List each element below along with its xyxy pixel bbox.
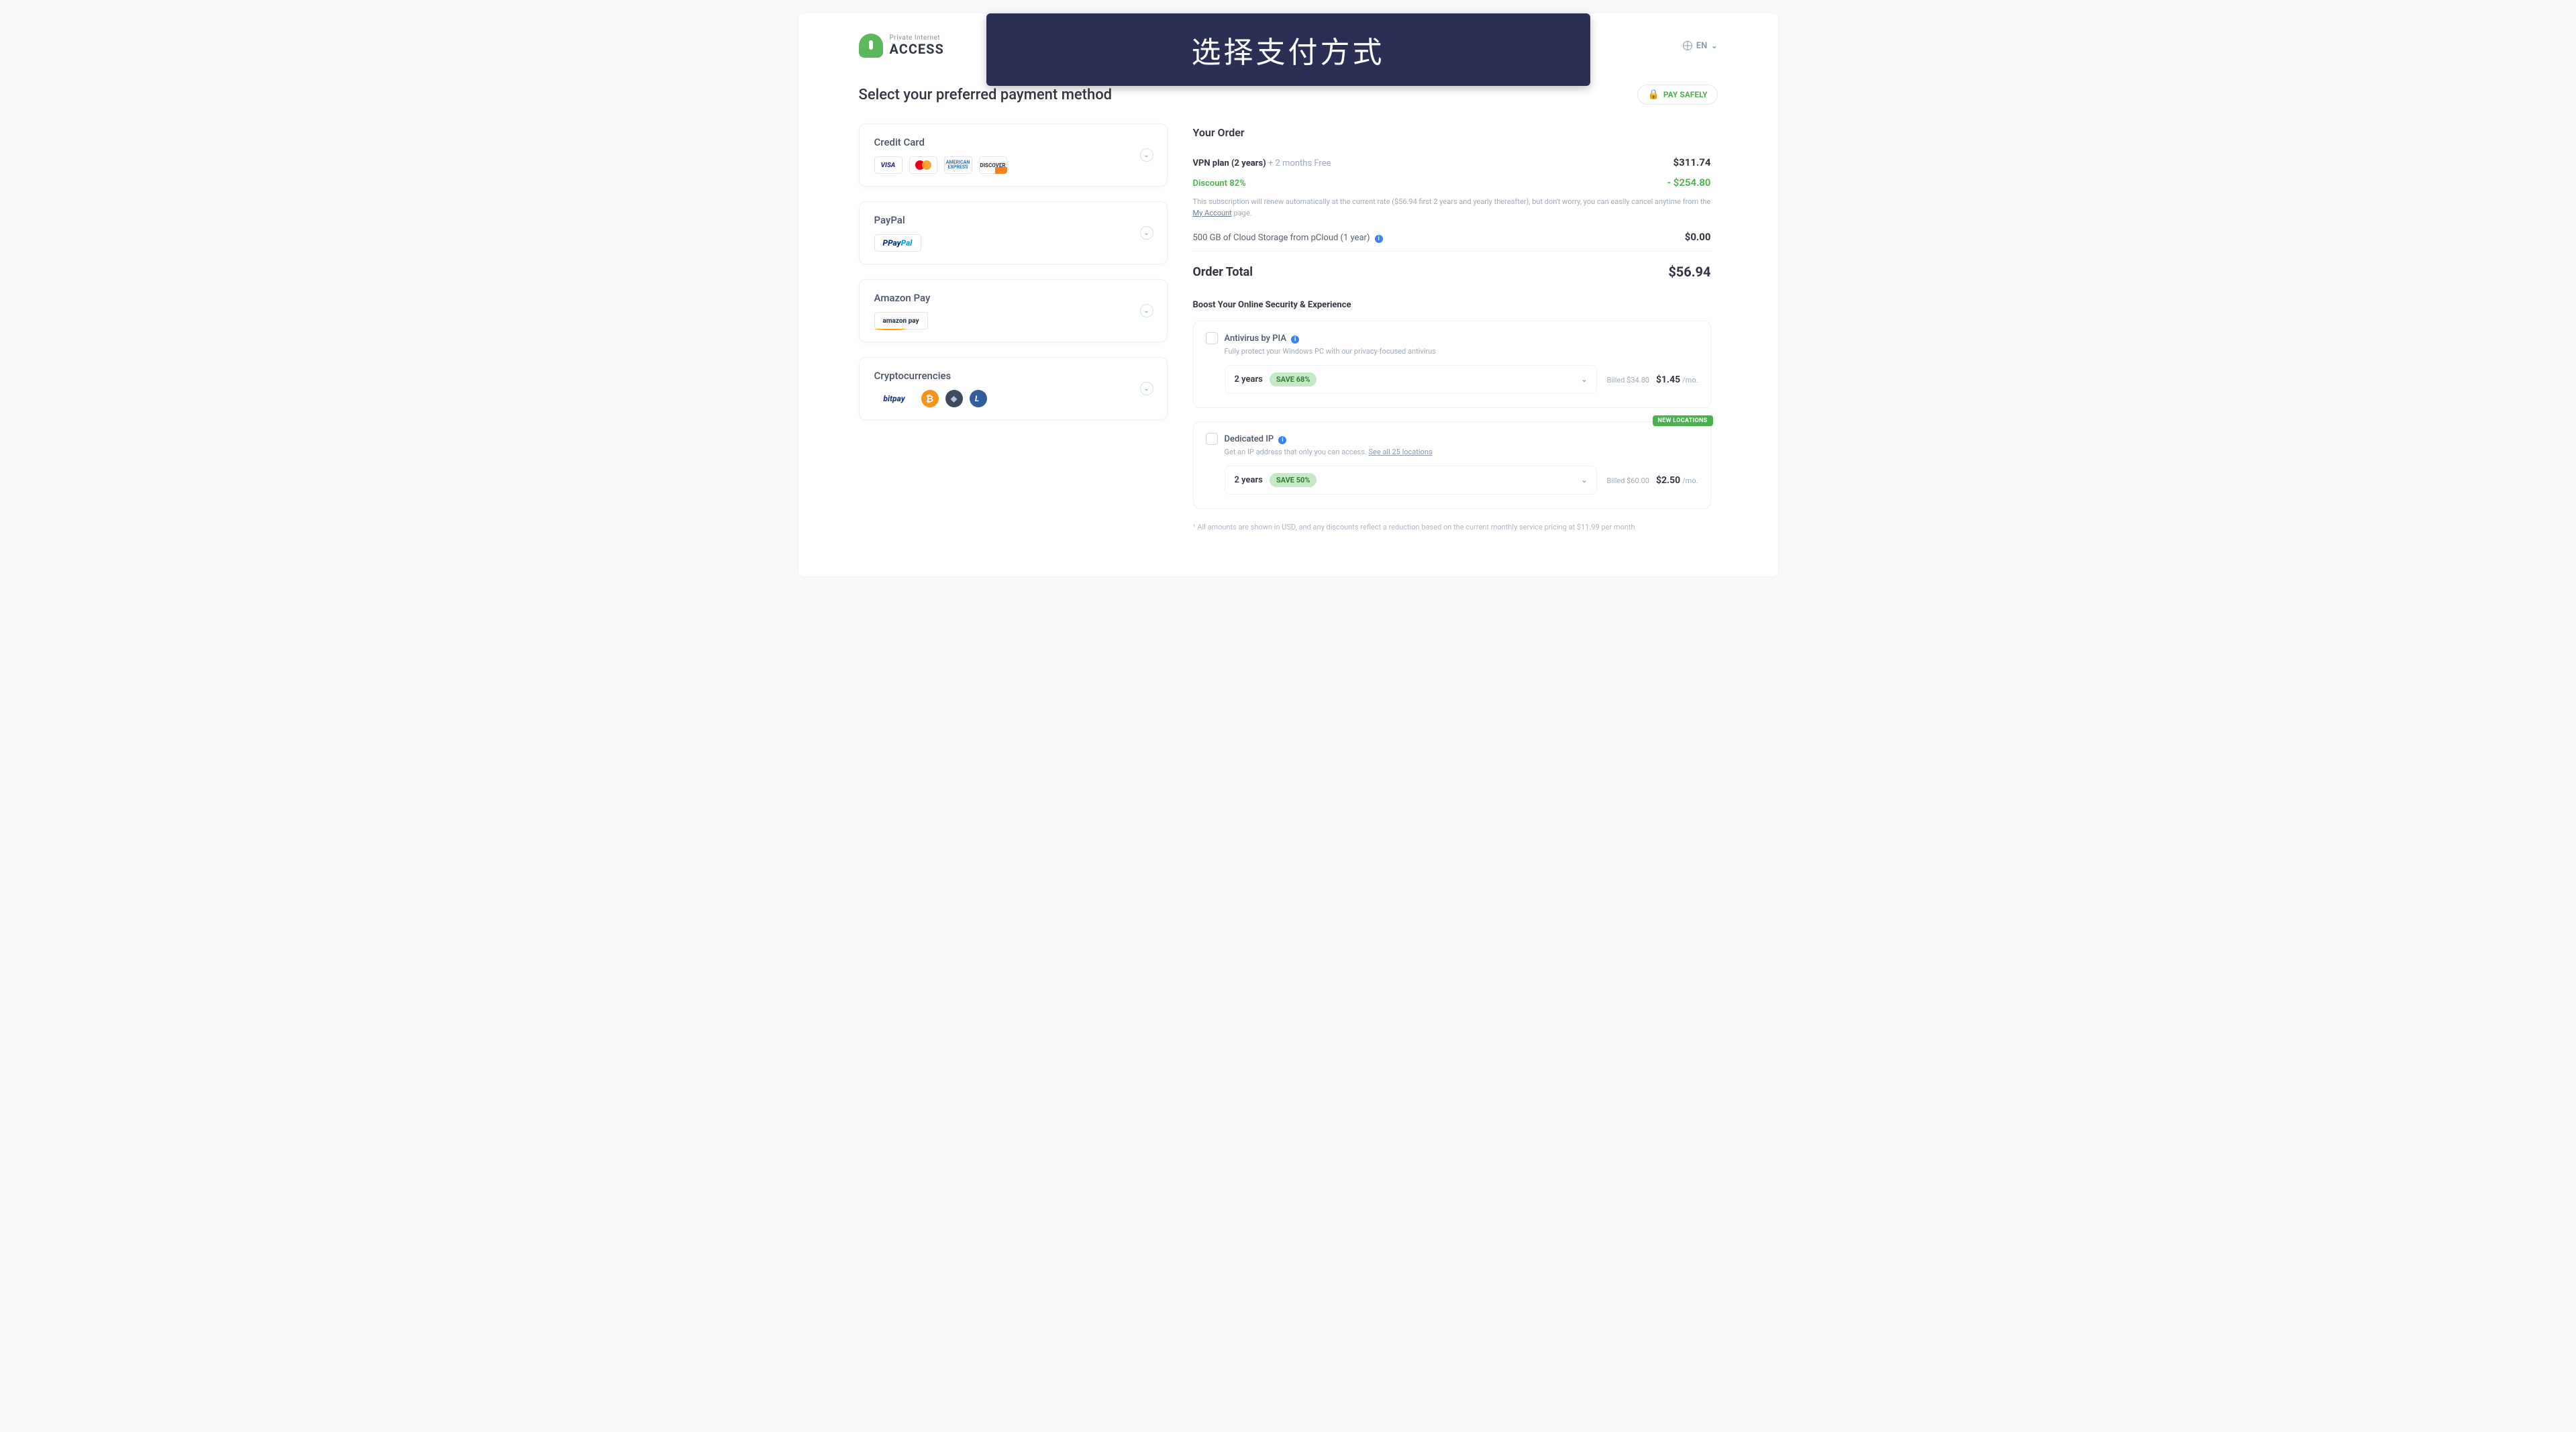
- addon-price: Billed $60.00 $2.50 /mo.: [1606, 475, 1698, 486]
- discount-amount: - $254.80: [1667, 176, 1711, 189]
- addon-desc: Fully protect your Windows PC with our p…: [1225, 347, 1698, 356]
- plan-term: 2 years: [1235, 374, 1263, 385]
- payment-option-credit-card[interactable]: Credit Card VISA AMERICAN EXPRESS DISCOV…: [859, 123, 1168, 187]
- plan-term: 2 years: [1235, 475, 1263, 485]
- page-title: Select your preferred payment method: [859, 87, 1113, 103]
- cloud-price: $0.00: [1685, 231, 1711, 243]
- chevron-down-icon: ⌄: [1711, 42, 1717, 50]
- language-selector[interactable]: EN ⌄: [1683, 41, 1718, 51]
- brand-big: ACCESS: [890, 42, 944, 56]
- order-total-row: Order Total $56.94: [1193, 264, 1711, 280]
- amex-logo: AMERICAN EXPRESS: [944, 156, 972, 174]
- my-account-link[interactable]: My Account: [1193, 209, 1232, 217]
- info-icon[interactable]: i: [1291, 336, 1299, 344]
- addon-title: Antivirus by PIA i: [1225, 334, 1300, 344]
- payment-option-paypal[interactable]: PayPal PPayPal ⌄: [859, 201, 1168, 264]
- dedicated-plan-select[interactable]: 2 years SAVE 50% ⌄: [1225, 466, 1598, 495]
- see-locations-link[interactable]: See all 25 locations: [1369, 448, 1433, 456]
- info-icon[interactable]: i: [1278, 436, 1286, 444]
- addon-price: Billed $34.80 $1.45 /mo.: [1606, 374, 1698, 385]
- payment-option-title: PayPal: [874, 214, 1152, 226]
- chevron-down-icon: ⌄: [1581, 476, 1587, 484]
- lock-icon: 🔒: [1647, 89, 1659, 100]
- visa-logo: VISA: [874, 156, 903, 174]
- brand-text: Private Internet ACCESS: [890, 35, 944, 56]
- payment-option-title: Cryptocurrencies: [874, 370, 1152, 382]
- divider: [1193, 251, 1711, 252]
- payment-option-title: Amazon Pay: [874, 292, 1152, 304]
- addon-antivirus: Antivirus by PIA i Fully protect your Wi…: [1193, 321, 1711, 408]
- order-line-discount: Discount 82% - $254.80: [1193, 176, 1711, 189]
- amazonpay-logo: amazon pay: [874, 312, 928, 329]
- language-label: EN: [1696, 41, 1708, 51]
- boost-heading: Boost Your Online Security & Experience: [1193, 300, 1711, 310]
- order-line-cloud: 500 GB of Cloud Storage from pCloud (1 y…: [1193, 231, 1711, 243]
- brand-logo[interactable]: Private Internet ACCESS: [859, 34, 944, 58]
- new-locations-badge: NEW LOCATIONS: [1653, 415, 1713, 426]
- save-badge: SAVE 50%: [1270, 473, 1317, 487]
- mastercard-logo: [909, 156, 937, 174]
- chevron-down-icon: ⌄: [1140, 382, 1153, 395]
- litecoin-icon: L: [970, 390, 987, 407]
- discover-logo: DISCOVER: [979, 156, 1007, 174]
- discount-label: Discount 82%: [1193, 178, 1246, 189]
- addon-dedicated-checkbox[interactable]: [1206, 433, 1218, 445]
- addon-title: Dedicated IP i: [1225, 434, 1287, 444]
- antivirus-plan-select[interactable]: 2 years SAVE 68% ⌄: [1225, 365, 1598, 394]
- payment-option-amazon[interactable]: Amazon Pay amazon pay ⌄: [859, 279, 1168, 342]
- pay-safely-text: PAY SAFELY: [1663, 90, 1708, 99]
- addon-antivirus-checkbox[interactable]: [1206, 332, 1218, 344]
- bitpay-logo: bitpay: [874, 390, 915, 407]
- chevron-down-icon: ⌄: [1140, 226, 1153, 240]
- total-label: Order Total: [1193, 265, 1253, 279]
- paypal-logo: PPayPal: [874, 234, 921, 252]
- payment-option-crypto[interactable]: Cryptocurrencies bitpay ₿ ◆ L ⌄: [859, 357, 1168, 420]
- chevron-down-icon: ⌄: [1581, 375, 1587, 384]
- cloud-label: 500 GB of Cloud Storage from pCloud (1 y…: [1193, 233, 1370, 243]
- card-brands: VISA AMERICAN EXPRESS DISCOVER: [874, 156, 1152, 174]
- addon-desc: Get an IP address that only you can acce…: [1225, 448, 1698, 456]
- save-badge: SAVE 68%: [1270, 372, 1317, 387]
- addon-dedicated-ip: NEW LOCATIONS Dedicated IP i Get an IP a…: [1193, 421, 1711, 509]
- order-line-plan: VPN plan (2 years) + 2 months Free $311.…: [1193, 156, 1711, 168]
- plan-price: $311.74: [1673, 156, 1711, 168]
- bitcoin-icon: ₿: [921, 390, 939, 407]
- chevron-down-icon: ⌄: [1140, 148, 1153, 162]
- pay-safely-badge: 🔒 PAY SAFELY: [1637, 85, 1717, 105]
- order-heading: Your Order: [1193, 126, 1711, 139]
- chevron-down-icon: ⌄: [1140, 304, 1153, 317]
- lock-icon: [859, 34, 883, 58]
- renewal-note: This subscription will renew automatical…: [1193, 197, 1711, 219]
- globe-icon: [1683, 41, 1692, 50]
- ethereum-icon: ◆: [945, 390, 963, 407]
- payment-option-title: Credit Card: [874, 136, 1152, 148]
- amounts-footnote: ¹ All amounts are shown in USD, and any …: [1193, 522, 1711, 533]
- overlay-banner: 选择支付方式: [986, 13, 1590, 86]
- info-icon[interactable]: i: [1375, 235, 1383, 243]
- total-price: $56.94: [1668, 264, 1710, 280]
